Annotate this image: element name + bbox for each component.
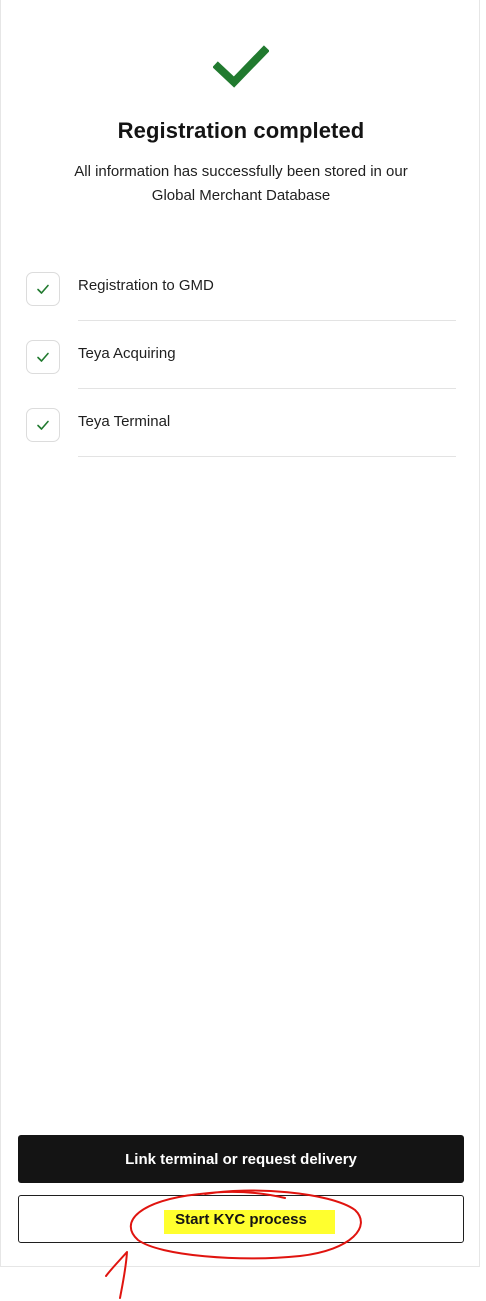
success-check-icon <box>213 45 269 88</box>
step-label: Teya Acquiring <box>78 345 176 362</box>
registration-panel: Registration completed All information h… <box>0 0 480 1267</box>
step-label: Teya Terminal <box>78 413 171 430</box>
start-kyc-button[interactable]: Start KYC process <box>18 1195 464 1243</box>
check-icon <box>26 340 60 374</box>
divider <box>78 456 456 457</box>
page-subtitle: All information has successfully been st… <box>74 163 408 204</box>
page-title: Registration completed <box>117 118 365 143</box>
list-item: Teya Terminal <box>1 388 481 457</box>
list-item: Teya Acquiring <box>1 320 481 389</box>
link-terminal-button-label: Link terminal or request delivery <box>125 1150 357 1168</box>
link-terminal-button[interactable]: Link terminal or request delivery <box>18 1135 464 1183</box>
step-label: Registration to GMD <box>78 277 214 294</box>
check-icon <box>26 272 60 306</box>
check-icon <box>26 408 60 442</box>
completed-steps-list: Registration to GMD Teya Acquiring Teya … <box>1 252 481 457</box>
list-item: Registration to GMD <box>1 252 481 321</box>
start-kyc-button-label: Start KYC process <box>175 1210 307 1228</box>
